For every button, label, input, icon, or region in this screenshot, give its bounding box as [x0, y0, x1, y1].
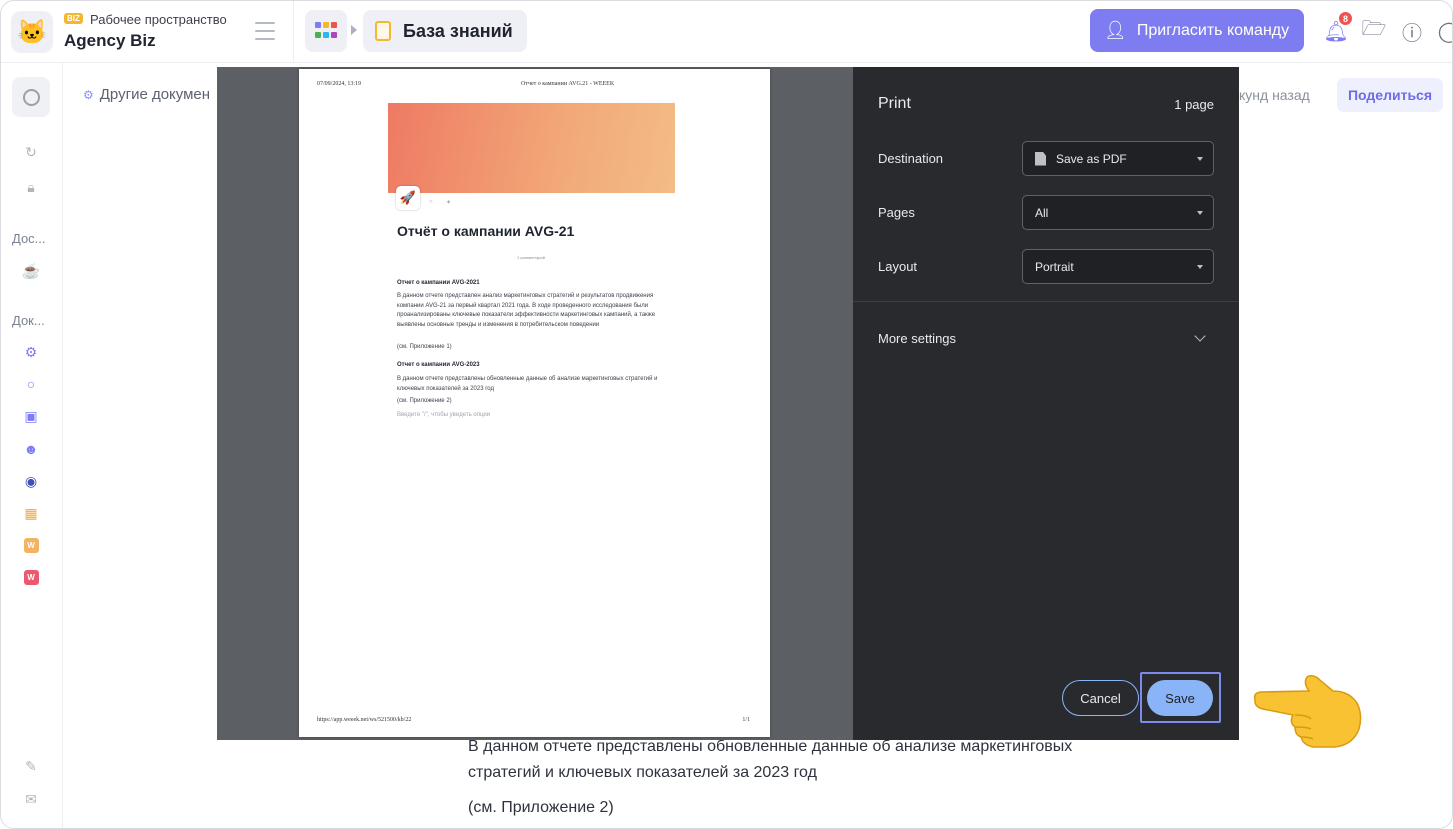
preview-paragraph: В данном отчете представлен анализ марке…	[397, 293, 656, 328]
comment-icon: ○	[429, 199, 433, 205]
document-text-line: (см. Приложение 2)	[468, 799, 614, 816]
preview-reference: (см. Приложение 1)	[397, 344, 452, 350]
layout-select[interactable]: Portrait	[1022, 249, 1214, 284]
lightbulb-icon[interactable]: ○	[22, 375, 40, 393]
preview-footer-pages: 1/1	[742, 717, 750, 723]
notification-count-badge: 8	[1339, 12, 1352, 25]
document-text-line: стратегий и ключевых показателей за 2023…	[468, 764, 817, 781]
lock-icon[interactable]: 🔒︎	[22, 178, 40, 196]
coffee-icon[interactable]: ☕	[22, 262, 41, 280]
print-preview-page: 07/09/2024, 13:19 Отчет о кампании AVG.2…	[299, 69, 770, 737]
rocket-icon: 🚀	[396, 186, 420, 210]
folder-icon[interactable]: 🗁︎	[1362, 18, 1387, 43]
pages-value: All	[1035, 205, 1049, 220]
user-icon[interactable]: ☻	[22, 440, 40, 458]
preview-document-title: Отчёт о кампании AVG-21	[397, 223, 575, 239]
chevron-down-icon	[1197, 157, 1203, 161]
backpack-icon[interactable]: ▣	[22, 407, 40, 425]
breadcrumb-title: База знаний	[403, 20, 513, 41]
chevron-down-icon	[1197, 265, 1203, 269]
preview-heading: Отчет о кампании AVG-2023	[397, 362, 480, 368]
left-rail: ↻ 🔒︎ Дос... ☕ Док... ⚙ ○ ▣ ☻ ◉ ▦ W W ✎ ✉	[1, 63, 63, 828]
workspace-logo[interactable]: 🐱	[11, 11, 53, 53]
inbox-icon[interactable]: ✉	[22, 790, 40, 808]
print-dialog: 07/09/2024, 13:19 Отчет о кампании AVG.2…	[217, 67, 1239, 740]
calendar-icon[interactable]: ▦	[22, 504, 40, 522]
breadcrumb-label: Другие докумен	[99, 86, 211, 103]
more-settings-toggle[interactable]: More settings	[878, 331, 956, 346]
layout-label: Layout	[878, 259, 918, 274]
edit-icon[interactable]: ✎	[22, 757, 40, 775]
pointing-hand-icon	[1253, 674, 1362, 748]
document-breadcrumb[interactable]: ⚙ Другие докумен	[83, 86, 210, 103]
layout-value: Portrait	[1035, 259, 1074, 274]
gear-icon[interactable]: ⚙	[22, 343, 40, 361]
cancel-button[interactable]: Cancel	[1062, 680, 1139, 716]
preview-header-title: Отчет о кампании AVG.21 - WEEEK	[521, 81, 615, 87]
save-button[interactable]: Save	[1147, 680, 1213, 716]
apps-grid-button[interactable]	[305, 10, 347, 52]
gear-icon: ⚙	[83, 88, 94, 102]
print-settings-panel: Print 1 page Destination Save as PDF Pag…	[853, 67, 1239, 740]
help-icon[interactable]: ⓘ	[1400, 19, 1424, 45]
preview-reference: (см. Приложение 2)	[397, 398, 452, 404]
chevron-down-icon	[1197, 211, 1203, 215]
divider	[293, 1, 294, 63]
invite-team-label: Пригласить команду	[1136, 21, 1290, 39]
share-button[interactable]: Поделиться	[1337, 78, 1443, 112]
preview-cover-image	[388, 103, 675, 193]
breadcrumb-arrow-icon	[351, 25, 357, 35]
chevron-down-icon[interactable]	[1194, 330, 1206, 342]
rail-search-button[interactable]	[12, 77, 50, 117]
saved-timestamp: кунд назад	[1239, 87, 1310, 103]
menu-icon[interactable]	[255, 22, 275, 40]
knowledge-base-breadcrumb[interactable]: База знаний	[363, 10, 527, 52]
print-title: Print	[878, 95, 911, 112]
rail-section-label-2: Док...	[12, 313, 45, 328]
destination-label: Destination	[878, 151, 944, 166]
preview-header-date: 07/09/2024, 13:19	[317, 81, 362, 87]
rail-section-label-1: Дос...	[12, 231, 46, 246]
preview-footer-url: https://app.weeek.net/ws/521500/kb/22	[317, 717, 412, 723]
destination-value: Save as PDF	[1056, 151, 1127, 166]
preview-heading: Отчет о кампании AVG-2021	[397, 280, 480, 286]
workspace-plan-badge: BIZ	[64, 13, 83, 24]
page-count: 1 page	[1174, 97, 1214, 112]
app-window: 🐱 BIZ Рабочее пространство Agency Biz Ба…	[0, 0, 1453, 829]
file-icon	[1035, 151, 1046, 166]
preview-paragraph: В данном отчете представлены обновленные…	[397, 376, 658, 392]
sparkle-icon: ✦	[446, 200, 452, 206]
search-icon	[22, 88, 40, 106]
workspace-name[interactable]: Agency Biz	[64, 31, 156, 51]
divider	[853, 301, 1239, 302]
top-bar: 🐱 BIZ Рабочее пространство Agency Biz Ба…	[1, 1, 1452, 63]
refresh-icon[interactable]: ↻	[22, 143, 40, 161]
add-user-icon: 👤︎	[1104, 20, 1127, 40]
workspace-tile-orange[interactable]: W	[22, 536, 40, 554]
preview-comments-count: 1 комментарий	[517, 255, 545, 260]
invite-team-button[interactable]: 👤︎ Пригласить команду	[1090, 9, 1304, 52]
document-icon	[375, 21, 391, 41]
pages-select[interactable]: All	[1022, 195, 1214, 230]
destination-select[interactable]: Save as PDF	[1022, 141, 1214, 176]
workspace-tile-red[interactable]: W	[22, 568, 40, 586]
pages-label: Pages	[878, 205, 915, 220]
search-icon[interactable]: ◯	[1437, 19, 1452, 43]
workspace-caption: Рабочее пространство	[90, 12, 227, 27]
preview-hint: Введите "/", чтобы увидеть опции	[397, 412, 491, 418]
globe-icon[interactable]: ◉	[22, 472, 40, 490]
